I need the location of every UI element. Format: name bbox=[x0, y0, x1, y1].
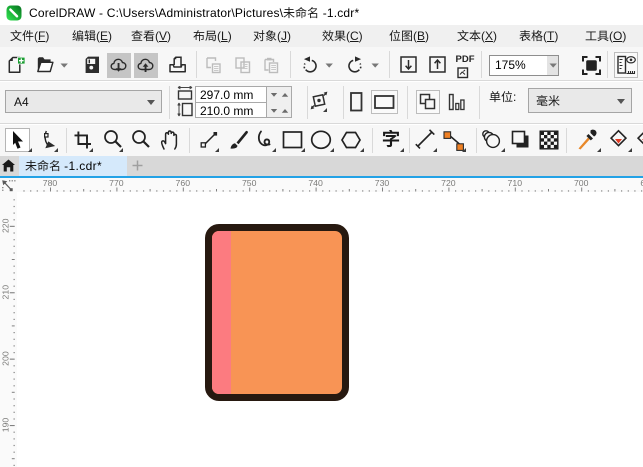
svg-text:210: 210 bbox=[0, 285, 10, 300]
svg-text:220: 220 bbox=[0, 218, 10, 233]
svg-text:700: 700 bbox=[574, 178, 589, 188]
svg-text:730: 730 bbox=[375, 178, 390, 188]
svg-text:710: 710 bbox=[508, 178, 523, 188]
svg-text:770: 770 bbox=[109, 178, 124, 188]
svg-text:750: 750 bbox=[242, 178, 257, 188]
svg-text:190: 190 bbox=[0, 418, 10, 433]
svg-text:780: 780 bbox=[43, 178, 58, 188]
svg-text:760: 760 bbox=[176, 178, 191, 188]
svg-text:200: 200 bbox=[0, 351, 10, 366]
svg-text:720: 720 bbox=[441, 178, 456, 188]
svg-text:740: 740 bbox=[308, 178, 323, 188]
